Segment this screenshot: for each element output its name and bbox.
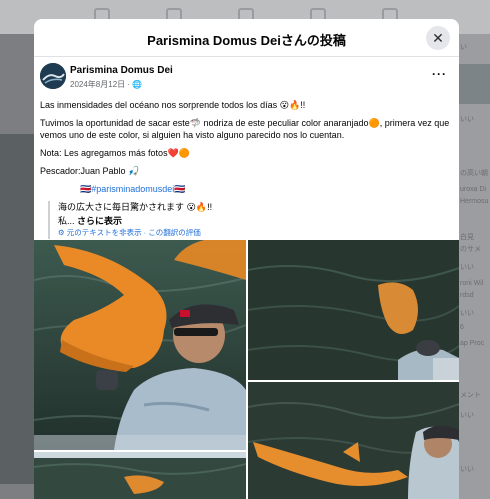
post-meta: 2024年8月12日 · 🌐 xyxy=(70,80,143,89)
post-paragraph: Pescador:Juan Pablo 🎣 xyxy=(40,166,140,176)
translation-prefix: 私... xyxy=(58,216,75,226)
post-author[interactable]: Parismina Domus Dei xyxy=(70,65,173,76)
photo-grid xyxy=(34,240,459,499)
post-date[interactable]: 2024年8月12日 xyxy=(70,80,125,89)
post-paragraph: Nota: Les agregamos más fotos❤️🟠 xyxy=(40,148,190,158)
page-avatar[interactable] xyxy=(40,63,66,89)
more-options-button[interactable]: ··· xyxy=(432,67,447,81)
globe-icon: 🌐 xyxy=(132,80,143,89)
hashtag-link[interactable]: 🇨🇷#parisminadomusdei🇨🇷 xyxy=(80,184,185,194)
close-button[interactable]: ✕ xyxy=(426,26,450,50)
translation-block: 海の広大さに毎日驚かされます 😮🔥!! 私... さらに表示 ⚙ 元のテキストを… xyxy=(48,201,453,239)
post-paragraph: Tuvimos la oportunidad de sacar este🦈 no… xyxy=(40,118,450,140)
photo-4[interactable] xyxy=(34,452,246,499)
post-body: Las inmensidades del océano nos sorprend… xyxy=(34,99,459,239)
modal-title: Parismina Domus Deiさんの投稿 xyxy=(147,33,346,48)
photo-3[interactable] xyxy=(248,382,459,499)
post-header: Parismina Domus Dei 2024年8月12日 · 🌐 ··· xyxy=(34,63,459,99)
hashtag-line: 🇨🇷#parisminadomusdei🇨🇷 xyxy=(40,183,453,195)
see-more-link[interactable]: さらに表示 xyxy=(77,216,122,226)
close-icon: ✕ xyxy=(432,29,444,46)
background-left xyxy=(0,34,34,499)
modal-header: Parismina Domus Deiさんの投稿 ✕ xyxy=(34,19,459,57)
photo-2[interactable] xyxy=(248,240,459,380)
translation-links[interactable]: ⚙ 元のテキストを非表示 · この翻訳の評価 xyxy=(58,227,453,239)
post-paragraph: Las inmensidades del océano nos sorprend… xyxy=(40,100,306,110)
background-right-column: い いい の高い朝 uroxa Di Hermosu 白見 のサメ いい ron… xyxy=(458,34,490,499)
post-modal: Parismina Domus Deiさんの投稿 ✕ Parismina Dom… xyxy=(34,19,459,499)
photo-1[interactable] xyxy=(34,240,246,450)
translation-text: 海の広大さに毎日驚かされます 😮🔥!! xyxy=(58,202,213,212)
